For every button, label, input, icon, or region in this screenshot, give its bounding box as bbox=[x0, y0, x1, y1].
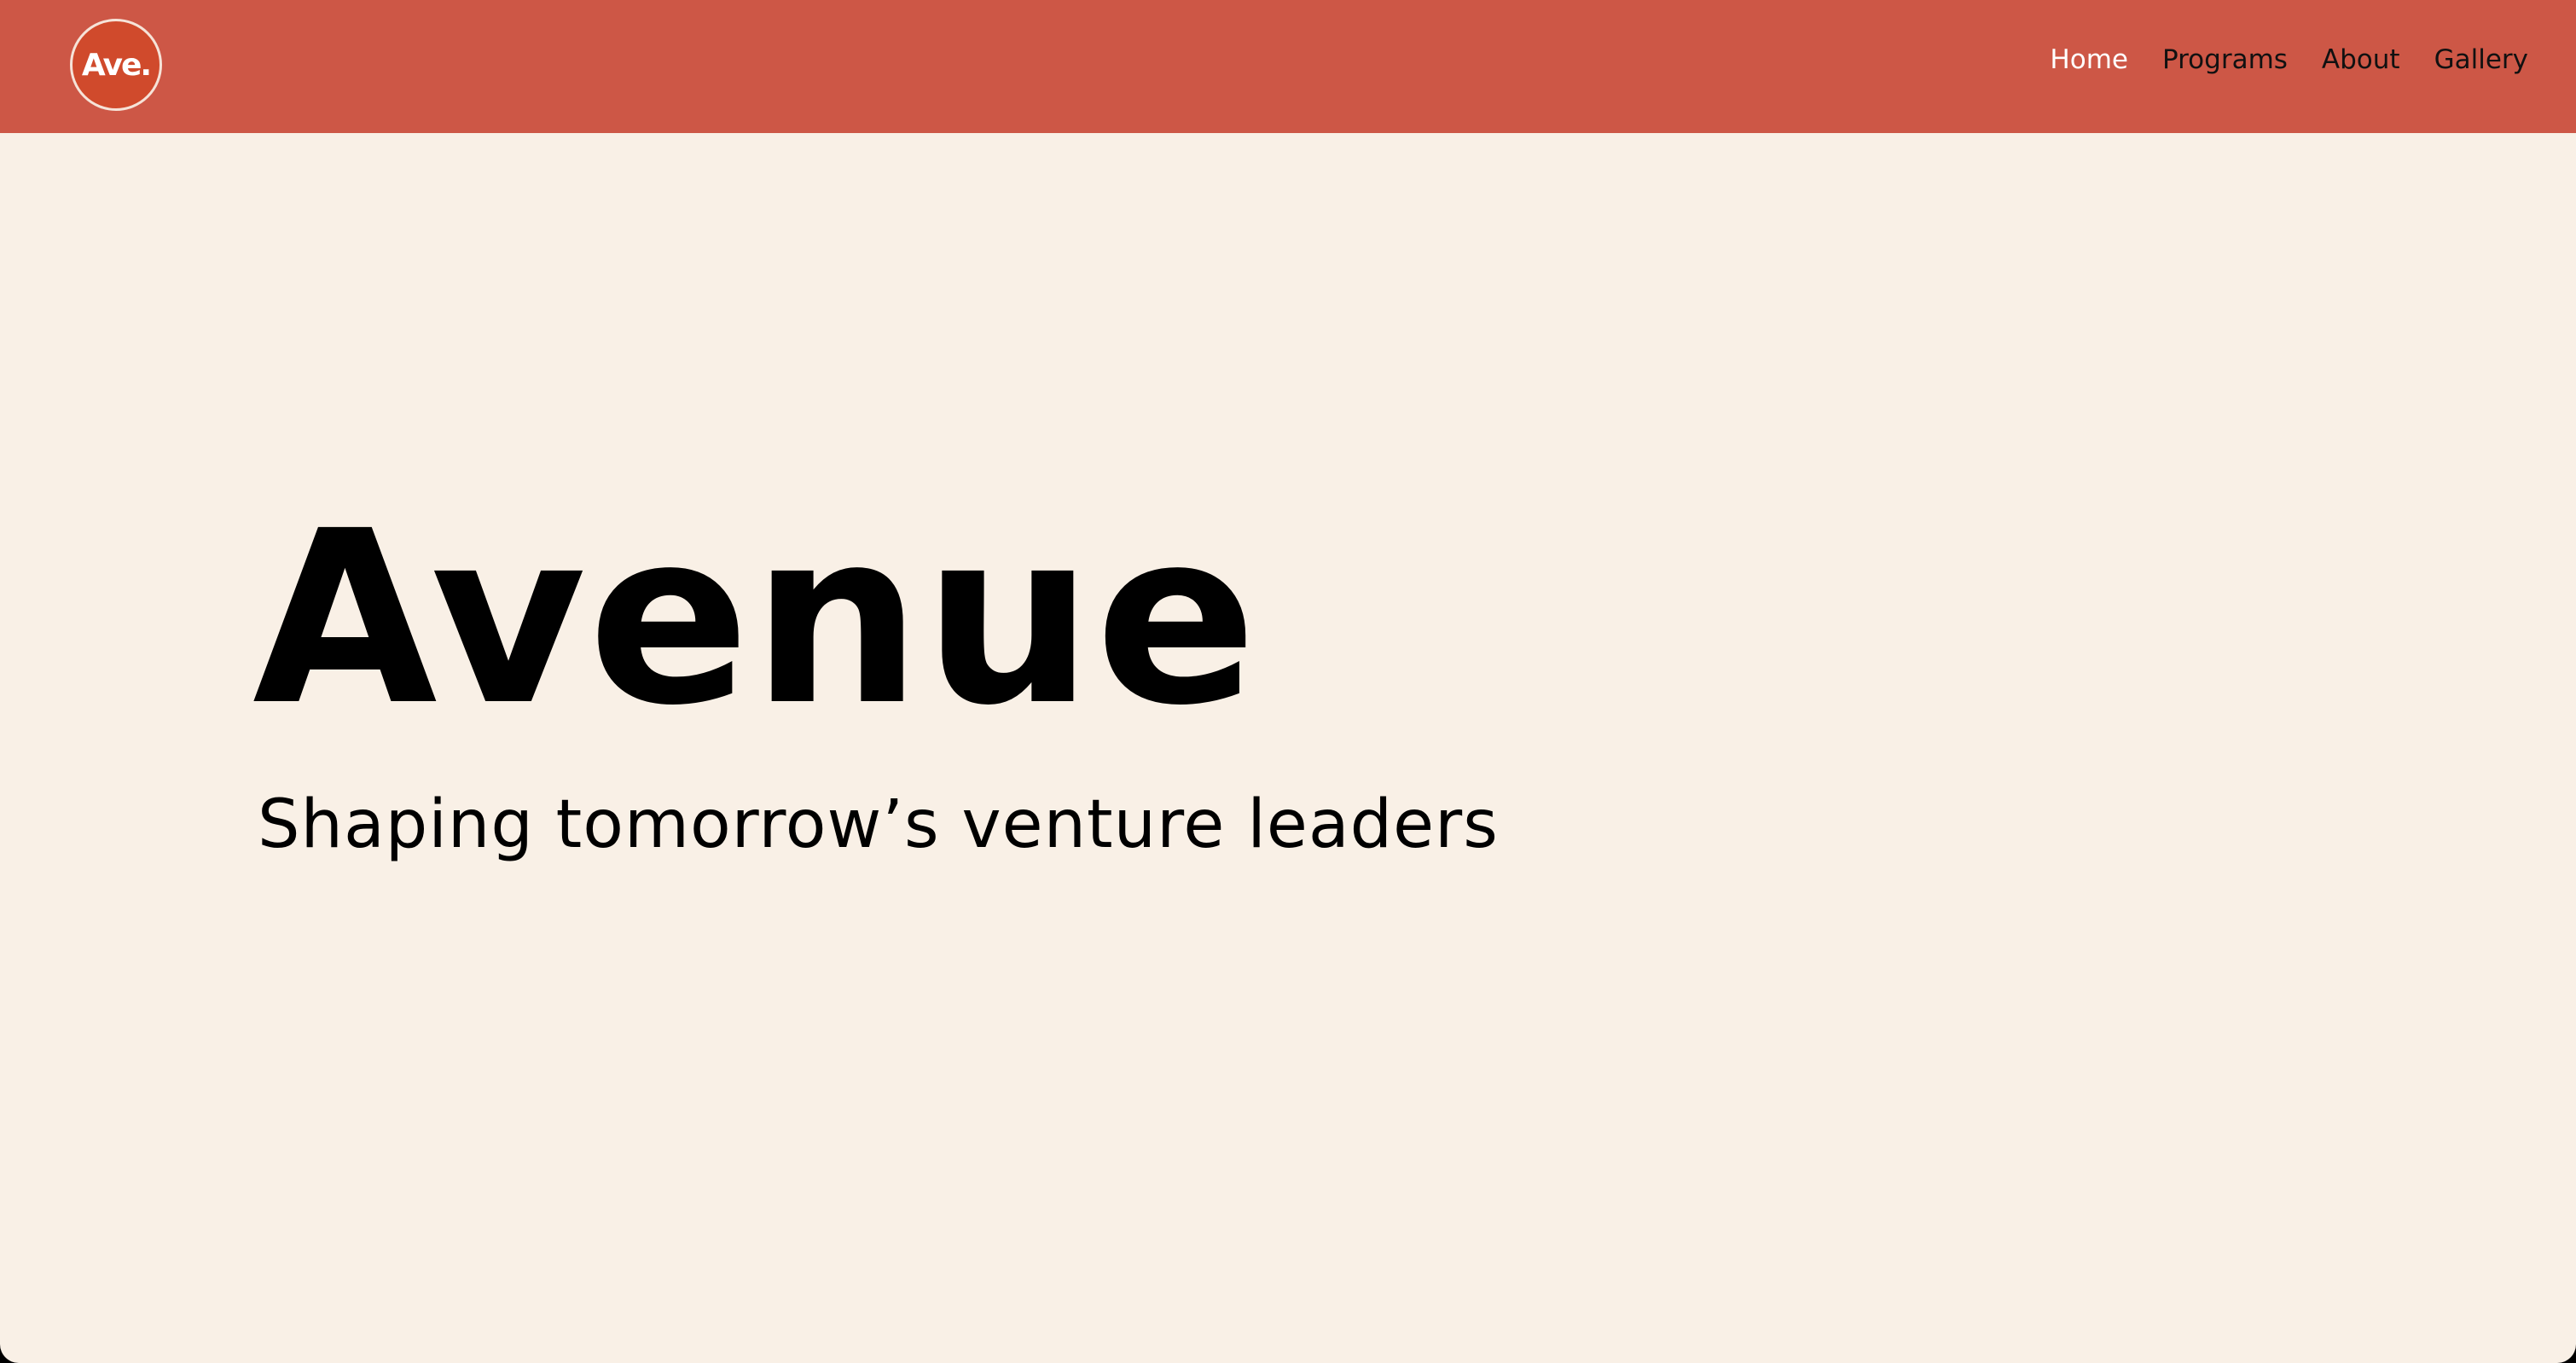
main-nav: Home Programs About Gallery bbox=[2050, 44, 2528, 75]
logo-home-link[interactable]: Ave. bbox=[70, 19, 162, 111]
hero-title: Avenue bbox=[252, 480, 1259, 758]
nav-link-programs[interactable]: Programs bbox=[2162, 44, 2288, 75]
nav-link-gallery[interactable]: Gallery bbox=[2434, 44, 2528, 75]
logo-text: Ave. bbox=[81, 47, 152, 83]
page: Ave. Home Programs About Gallery Avenue … bbox=[0, 0, 2576, 1363]
hero-subtitle: Shaping tomorrow’s venture leaders bbox=[258, 786, 1499, 863]
top-navbar: Ave. Home Programs About Gallery bbox=[0, 0, 2576, 133]
nav-link-about[interactable]: About bbox=[2322, 44, 2400, 75]
nav-link-home[interactable]: Home bbox=[2050, 44, 2128, 75]
